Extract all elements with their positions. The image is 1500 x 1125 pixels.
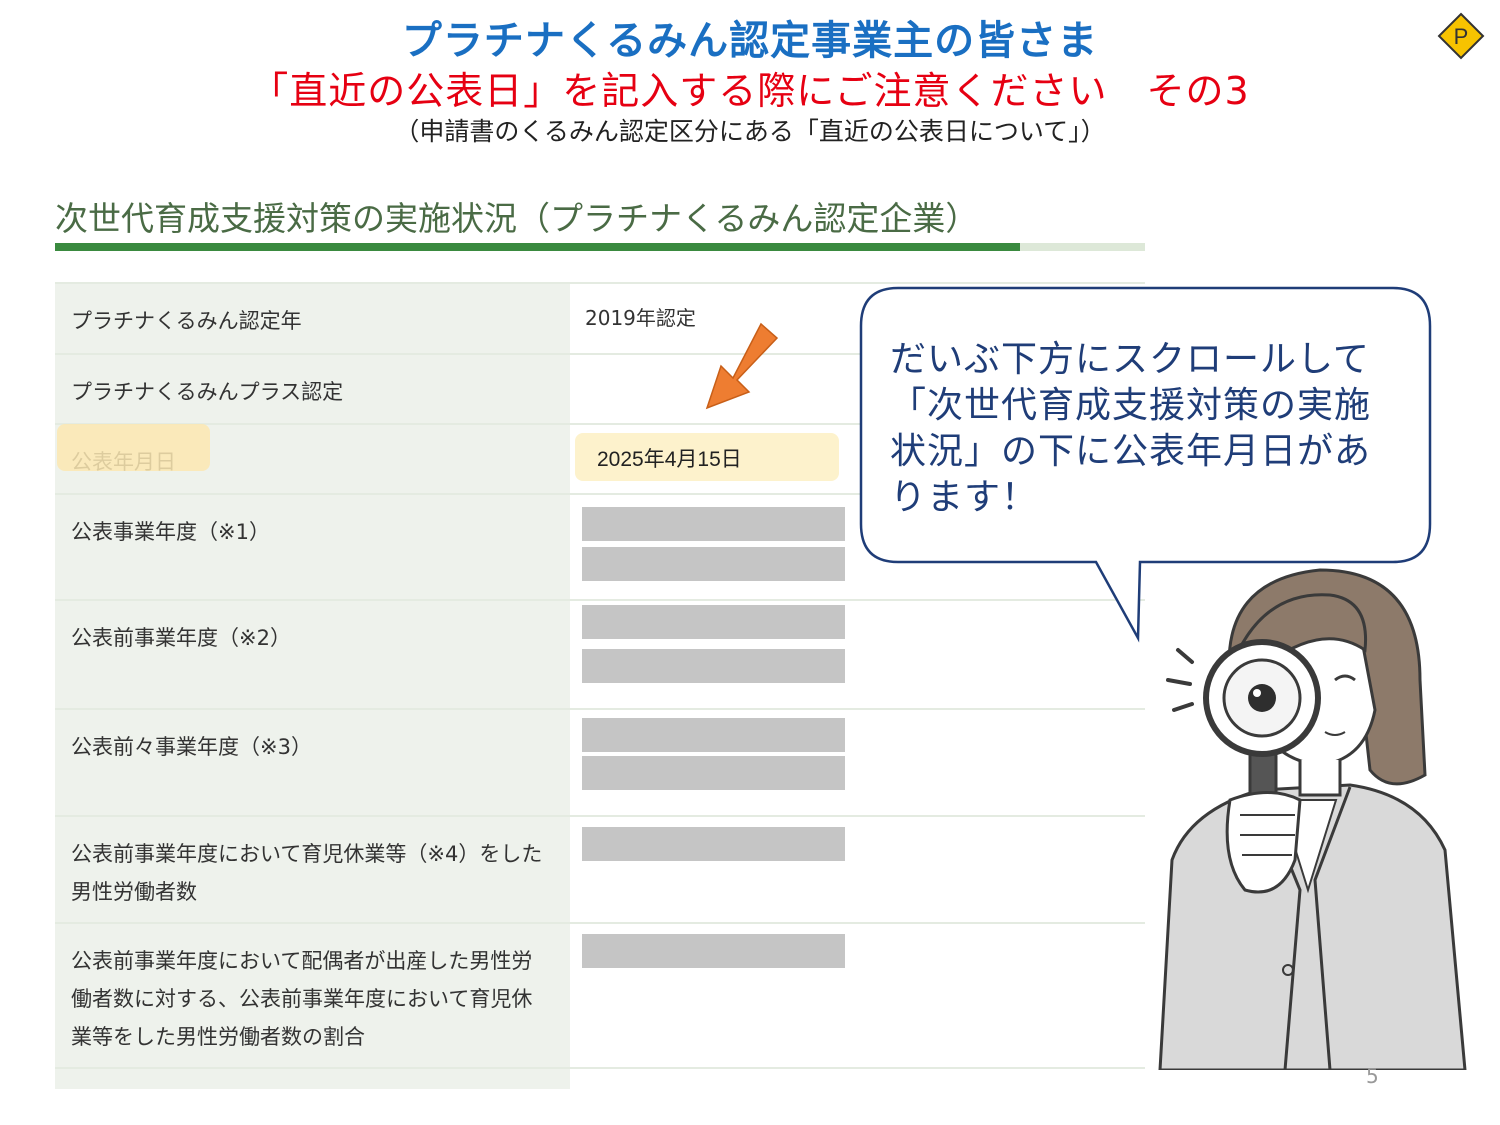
down-left-arrow-icon [705, 322, 779, 410]
table-row: 公表前事業年度において育児休業等（※4）をした男性労働者数 [55, 817, 1145, 924]
value-highlight: 2025年4月15日 [575, 433, 839, 481]
redacted-value [582, 605, 845, 639]
heading-underline [55, 243, 1145, 251]
table-row: 公表前々事業年度（※3） [55, 710, 1145, 817]
slide-note: （申請書のくるみん認定区分にある「直近の公表日について」） [394, 117, 1106, 146]
redacted-value [582, 507, 845, 541]
row-label: 公表前事業年度において配偶者が出産した男性労働者数に対する、公表前事業年度におい… [71, 949, 533, 1049]
redacted-value [582, 649, 845, 683]
label-highlight [57, 424, 210, 471]
woman-with-magnifier-illustration [1158, 568, 1467, 1070]
page-number: 5 [1366, 1064, 1379, 1088]
row-value: 2019年認定 [585, 306, 696, 330]
row-label: 公表前々事業年度（※3） [71, 735, 312, 759]
slide-title: プラチナくるみん認定事業主の皆さま [401, 18, 1099, 64]
row-label: プラチナくるみん認定年 [71, 309, 302, 333]
row-label: 公表前事業年度（※2） [71, 626, 291, 650]
p-diamond-icon: P [1437, 12, 1485, 60]
redacted-value [582, 547, 845, 581]
redacted-value [582, 756, 845, 790]
table-row: 公表前事業年度において配偶者が出産した男性労働者数に対する、公表前事業年度におい… [55, 924, 1145, 1069]
redacted-value [582, 718, 845, 752]
publication-date: 2025年4月15日 [597, 448, 742, 471]
slide-subtitle: 「直近の公表日」を記入する際にご注意ください その3 [250, 69, 1250, 113]
row-label: 公表事業年度（※1） [71, 520, 270, 544]
svg-text:P: P [1454, 24, 1469, 49]
callout-text: だいぶ下方にスクロールして「次世代育成支援対策の実施状況」の下に公表年月日があり… [890, 339, 1372, 518]
row-label: プラチナくるみんプラス認定 [71, 380, 344, 404]
row-label: 公表前事業年度において育児休業等（※4）をした男性労働者数 [71, 842, 543, 904]
redacted-value [582, 934, 845, 968]
section-heading: 次世代育成支援対策の実施状況（プラチナくるみん認定企業） [55, 199, 979, 238]
redacted-value [582, 827, 845, 861]
